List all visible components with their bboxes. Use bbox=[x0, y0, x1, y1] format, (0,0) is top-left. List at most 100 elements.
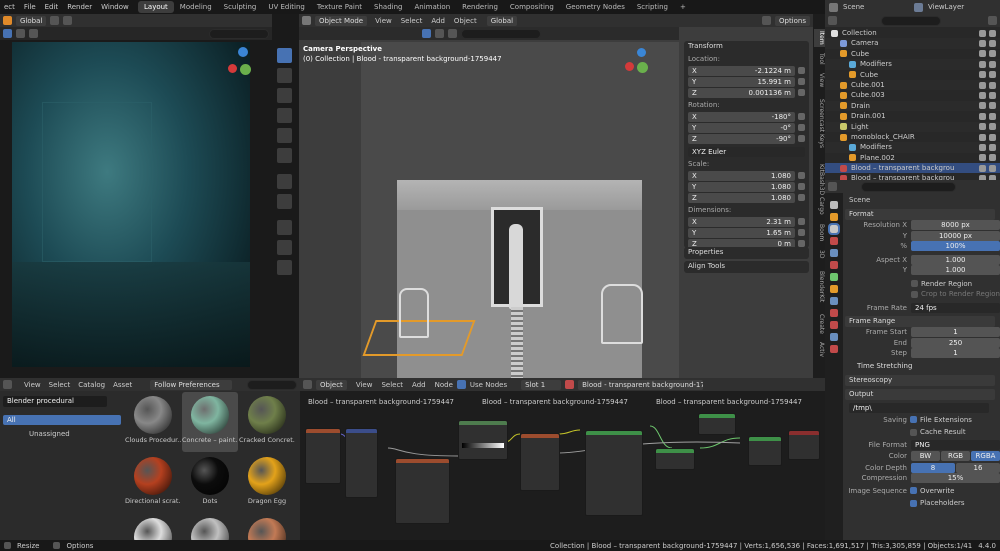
asset-item[interactable]: Directional scrat... bbox=[125, 453, 181, 513]
transform-orientation[interactable]: Global bbox=[486, 15, 518, 26]
sidebar-tab-0[interactable]: Item bbox=[814, 29, 825, 47]
asset-menu-select[interactable]: Select bbox=[49, 381, 71, 389]
visibility-eye-icon[interactable] bbox=[979, 92, 986, 100]
properties-tab-icon[interactable] bbox=[830, 237, 838, 245]
render-region-checkbox[interactable] bbox=[911, 280, 918, 288]
dimensions-x-field[interactable]: X 2.31 m bbox=[688, 216, 795, 227]
nav-gizmo-y-icon[interactable] bbox=[637, 62, 648, 73]
render-camera-icon[interactable] bbox=[989, 154, 996, 162]
render-camera-icon[interactable] bbox=[989, 164, 996, 172]
viewport-menu-add[interactable]: Add bbox=[431, 17, 445, 25]
outliner-row[interactable]: Camera bbox=[825, 38, 1000, 49]
lock-icon[interactable] bbox=[798, 78, 805, 85]
lock-icon[interactable] bbox=[798, 172, 805, 179]
properties-tab-icon[interactable] bbox=[830, 321, 838, 329]
asset-menu-asset[interactable]: Asset bbox=[113, 381, 132, 389]
select-box-icon[interactable] bbox=[277, 48, 292, 63]
render-camera-icon[interactable] bbox=[989, 29, 996, 37]
sidebar-tab-1[interactable]: Tool bbox=[814, 50, 825, 68]
dimensions-y-field[interactable]: Y 1.65 m bbox=[688, 227, 795, 238]
frame-start-field[interactable]: 1 bbox=[911, 327, 1000, 338]
outliner-editor-icon[interactable] bbox=[828, 16, 837, 25]
sidebar-tab-4[interactable]: KitBash3D Cargo bbox=[814, 158, 825, 221]
frame-range-section[interactable]: Frame Range bbox=[845, 316, 995, 327]
asset-search-input[interactable] bbox=[247, 379, 297, 390]
workspace-tab-0[interactable]: Layout bbox=[138, 1, 174, 13]
asset-editor-icon[interactable] bbox=[3, 380, 12, 389]
color-mode-option[interactable]: RGBA bbox=[971, 451, 1000, 462]
breadcrumb-item[interactable]: Blood – transparent background-1759447 bbox=[482, 398, 628, 406]
render-camera-icon[interactable] bbox=[989, 112, 996, 120]
viewport-search-input[interactable] bbox=[461, 28, 541, 39]
mode-dropdown[interactable]: Object Mode bbox=[315, 15, 368, 26]
resolution-y-field[interactable]: 10000 px bbox=[911, 230, 1000, 241]
sidebar-tab-8[interactable]: Create bbox=[814, 311, 825, 337]
stereoscopy-section[interactable]: Stereoscopy bbox=[845, 374, 995, 386]
catalog-all[interactable]: All bbox=[3, 415, 121, 425]
output-section[interactable]: Output bbox=[845, 388, 995, 400]
workspace-tab-5[interactable]: Shading bbox=[368, 1, 408, 13]
import-method-dropdown[interactable]: Follow Preferences bbox=[150, 379, 233, 390]
node-image-texture-1[interactable] bbox=[395, 458, 450, 524]
lock-icon[interactable] bbox=[798, 113, 805, 120]
scale-z-field[interactable]: Z 1.080 bbox=[688, 192, 795, 203]
scale-y-field[interactable]: Y 1.080 bbox=[688, 181, 795, 192]
workspace-tab-7[interactable]: Rendering bbox=[456, 1, 504, 13]
cursor-icon[interactable] bbox=[277, 68, 292, 83]
rotation-x-field[interactable]: X -180° bbox=[688, 111, 795, 122]
workspace-tab-4[interactable]: Texture Paint bbox=[311, 1, 368, 13]
outliner-row[interactable]: Modifiers bbox=[825, 59, 1000, 70]
sidebar-tab-6[interactable]: 3D bbox=[814, 245, 825, 263]
location-y-field[interactable]: Y 15.991 m bbox=[688, 76, 795, 87]
viewlayer-selector[interactable]: ViewLayer bbox=[928, 3, 964, 11]
asset-item[interactable]: Dragon Egg bbox=[239, 453, 295, 513]
node-menu-view[interactable]: View bbox=[356, 381, 373, 389]
properties-tab-icon[interactable] bbox=[830, 285, 838, 293]
add-cube-icon[interactable] bbox=[277, 220, 292, 235]
visibility-eye-icon[interactable] bbox=[979, 29, 986, 37]
viewport-menu-select[interactable]: Select bbox=[401, 17, 423, 25]
compression-field[interactable]: 15% bbox=[911, 473, 1000, 484]
outliner-row[interactable]: Cube.003 bbox=[825, 90, 1000, 100]
transform-header[interactable]: Transform bbox=[684, 41, 809, 52]
menu-file[interactable]: File bbox=[24, 3, 36, 11]
visibility-eye-icon[interactable] bbox=[979, 112, 986, 120]
file-format-field[interactable]: PNG bbox=[911, 439, 1000, 450]
breadcrumb-item[interactable]: Blood – transparent background-1759447 bbox=[308, 398, 454, 406]
shading-icon[interactable] bbox=[16, 29, 25, 38]
orientation-dropdown[interactable]: Global bbox=[16, 15, 47, 26]
crop-checkbox[interactable] bbox=[911, 290, 918, 298]
visibility-eye-icon[interactable] bbox=[979, 60, 986, 68]
asset-item[interactable] bbox=[182, 514, 238, 540]
lock-icon[interactable] bbox=[798, 194, 805, 201]
sidebar-tab-3[interactable]: Screencast Keys bbox=[814, 92, 825, 155]
lock-icon[interactable] bbox=[798, 240, 805, 247]
render-camera-icon[interactable] bbox=[989, 81, 996, 89]
select-mode-icon[interactable] bbox=[3, 29, 12, 38]
properties-search-input[interactable] bbox=[861, 181, 956, 192]
nav-gizmo-z-icon[interactable] bbox=[637, 48, 646, 57]
render-camera-icon[interactable] bbox=[989, 143, 996, 151]
breadcrumb-item[interactable]: Blood – transparent background-1759447 bbox=[656, 398, 802, 406]
material-name-field[interactable]: Blood - transparent background-1759447 bbox=[578, 379, 704, 390]
gizmo-x-icon[interactable] bbox=[228, 64, 237, 73]
render-camera-icon[interactable] bbox=[989, 50, 996, 58]
color-mode-option[interactable]: BW bbox=[911, 451, 940, 462]
visibility-eye-icon[interactable] bbox=[979, 123, 986, 131]
cache-checkbox[interactable] bbox=[910, 428, 917, 436]
properties-tab-icon[interactable] bbox=[830, 213, 838, 221]
aspect-y-field[interactable]: 1.000 bbox=[911, 265, 1000, 276]
visibility-icon[interactable] bbox=[422, 29, 431, 38]
gizmo-toggle-icon[interactable] bbox=[435, 29, 444, 38]
frame-step-field[interactable]: 1 bbox=[911, 348, 1000, 359]
location-x-field[interactable]: X -2.1224 m bbox=[688, 65, 795, 76]
aspect-x-field[interactable]: 1.000 bbox=[911, 254, 1000, 265]
proportional-icon[interactable] bbox=[63, 16, 73, 25]
properties-tab-icon[interactable] bbox=[830, 249, 838, 257]
lock-icon[interactable] bbox=[798, 135, 805, 142]
sidebar-tab-7[interactable]: BlenderKit bbox=[814, 266, 825, 308]
overlay-toggle-icon[interactable] bbox=[448, 29, 457, 38]
format-section[interactable]: Format bbox=[845, 209, 995, 220]
outliner-row[interactable]: Cube bbox=[825, 49, 1000, 59]
properties-tab-icon[interactable] bbox=[830, 273, 838, 281]
